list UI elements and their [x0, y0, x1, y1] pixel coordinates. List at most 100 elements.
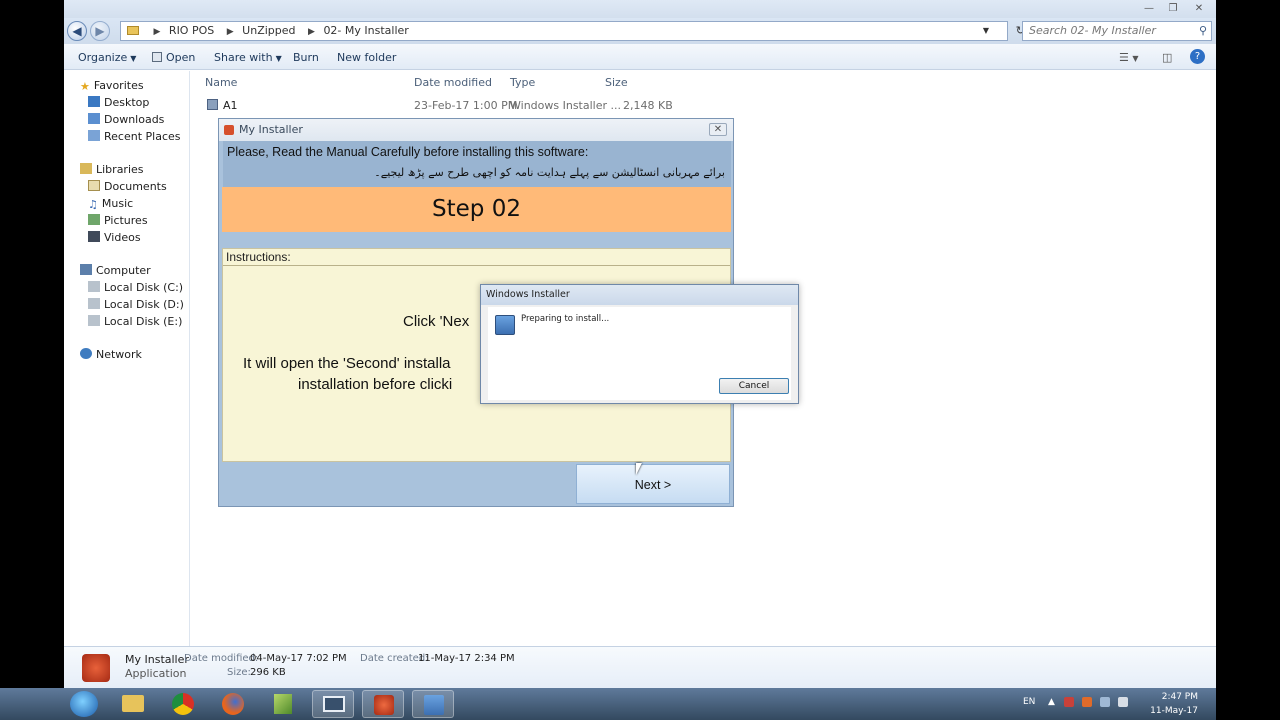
nav-favorites-label: Favorites: [93, 79, 144, 92]
downloads-icon: [88, 113, 100, 124]
close-button[interactable]: ✕: [1188, 2, 1210, 16]
taskbar-my-installer[interactable]: [362, 690, 404, 718]
nav-downloads-label: Downloads: [104, 113, 165, 126]
nav-disk-e[interactable]: Local Disk (E:): [88, 314, 182, 330]
nav-downloads[interactable]: Downloads: [88, 112, 164, 128]
nav-disk-e-label: Local Disk (E:): [104, 315, 183, 328]
folder-icon: [127, 26, 139, 35]
nav-desktop[interactable]: Desktop: [88, 95, 149, 111]
forward-button[interactable]: ▶: [90, 21, 110, 41]
details-pane: My Installer Application Date modified: …: [64, 646, 1216, 688]
monitor-icon: [323, 696, 345, 712]
instruction-line-2: It will open the 'Second' installa: [243, 355, 451, 372]
maximize-button[interactable]: ❐: [1162, 2, 1184, 16]
minimize-button[interactable]: —: [1138, 2, 1160, 16]
app-icon: [224, 125, 234, 135]
nav-music[interactable]: ♫ Music: [88, 196, 133, 212]
nav-network[interactable]: Network: [80, 347, 142, 363]
file-name: A1: [223, 99, 238, 112]
address-dropdown-icon[interactable]: ▼: [983, 22, 989, 40]
breadcrumb-rio-pos[interactable]: RIO POS: [169, 24, 214, 37]
clock-date[interactable]: 11-May-17: [1146, 706, 1198, 716]
preview-pane-icon[interactable]: ◫: [1162, 51, 1172, 64]
music-icon: ♫: [88, 198, 98, 211]
instruction-line-3: installation before clicki: [298, 376, 453, 393]
installer-package-icon: [424, 695, 444, 715]
volume-icon[interactable]: [1118, 697, 1128, 707]
step-banner: Step 02: [222, 187, 731, 232]
search-input[interactable]: Search 02- My Installer ⚲: [1022, 21, 1212, 41]
column-date-modified[interactable]: Date modified: [414, 76, 492, 89]
drive-icon: [88, 298, 100, 309]
breadcrumb-unzipped[interactable]: UnZipped: [242, 24, 295, 37]
nav-disk-c[interactable]: Local Disk (C:): [88, 280, 183, 296]
next-button[interactable]: Next >: [576, 464, 730, 504]
details-date-modified-label: Date modified:: [184, 653, 259, 664]
help-icon[interactable]: ?: [1190, 49, 1205, 64]
nav-libraries[interactable]: Libraries: [80, 162, 144, 178]
clock-time[interactable]: 2:47 PM: [1150, 692, 1198, 702]
file-type: Windows Installer ...: [510, 99, 621, 112]
column-size[interactable]: Size: [605, 76, 628, 89]
nav-videos-label: Videos: [104, 231, 141, 244]
column-name[interactable]: Name: [205, 76, 237, 89]
installer-file-icon: [207, 99, 218, 110]
share-with-button[interactable]: Share with ▼: [214, 51, 282, 64]
details-size: 296 KB: [250, 667, 286, 678]
installer-package-icon: [495, 315, 515, 335]
drive-icon: [88, 315, 100, 326]
star-icon: ★: [80, 80, 90, 93]
start-button[interactable]: [70, 691, 98, 717]
breadcrumb-separator: ▶: [153, 27, 161, 37]
mouse-cursor-icon: [636, 463, 642, 475]
nav-computer[interactable]: Computer: [80, 263, 151, 279]
taskbar-screen-recorder[interactable]: [312, 690, 354, 718]
open-label: Open: [166, 51, 196, 64]
language-indicator[interactable]: EN: [1023, 697, 1035, 707]
open-button[interactable]: Open: [152, 51, 195, 64]
taskbar-windows-installer[interactable]: [412, 690, 454, 718]
libraries-icon: [80, 163, 92, 174]
taskbar-pen-tool[interactable]: [262, 690, 304, 718]
nav-computer-label: Computer: [96, 264, 151, 277]
nav-disk-d[interactable]: Local Disk (D:): [88, 297, 184, 313]
nav-recent-places-label: Recent Places: [104, 130, 181, 143]
cancel-button[interactable]: Cancel: [719, 378, 789, 394]
windows-installer-title: Windows Installer: [481, 285, 798, 305]
back-button[interactable]: ◀: [67, 21, 87, 41]
nav-videos[interactable]: Videos: [88, 230, 141, 246]
view-options-icon[interactable]: ☰ ▼: [1119, 51, 1139, 64]
show-hidden-icons[interactable]: ▲: [1048, 697, 1055, 707]
security-icon[interactable]: [1064, 697, 1074, 707]
instructions-label: Instructions:: [223, 249, 730, 266]
taskbar-firefox[interactable]: [212, 690, 254, 718]
nav-disk-c-label: Local Disk (C:): [104, 281, 184, 294]
details-date-created: 11-May-17 2:34 PM: [418, 653, 515, 664]
nav-favorites[interactable]: ★ Favorites: [80, 78, 144, 94]
videos-icon: [88, 231, 100, 242]
taskbar-chrome[interactable]: [162, 690, 204, 718]
nav-libraries-label: Libraries: [96, 163, 144, 176]
nav-pictures-label: Pictures: [104, 214, 148, 227]
organize-button[interactable]: Organize ▼: [78, 51, 136, 64]
nav-documents[interactable]: Documents: [88, 179, 167, 195]
chevron-down-icon: ▼: [275, 54, 282, 63]
nav-desktop-label: Desktop: [104, 96, 150, 109]
breadcrumb-my-installer[interactable]: 02- My Installer: [323, 24, 408, 37]
column-type[interactable]: Type: [510, 76, 535, 89]
close-button[interactable]: ✕: [709, 123, 727, 136]
details-kind: Application: [125, 667, 187, 680]
address-bar[interactable]: ▶ RIO POS ▶ UnZipped ▶ 02- My Installer …: [120, 21, 1025, 41]
taskbar-explorer[interactable]: [112, 690, 154, 718]
breadcrumb-separator: ▶: [226, 27, 234, 37]
nav-pictures[interactable]: Pictures: [88, 213, 148, 229]
burn-button[interactable]: Burn: [293, 51, 319, 64]
nav-disk-d-label: Local Disk (D:): [104, 298, 184, 311]
computer-icon: [80, 264, 92, 275]
table-row[interactable]: A1 23-Feb-17 1:00 PM Windows Installer .…: [205, 97, 673, 113]
nav-recent-places[interactable]: Recent Places: [88, 129, 181, 145]
app-tray-icon[interactable]: [1082, 697, 1092, 707]
application-icon: [82, 654, 110, 682]
network-icon[interactable]: [1100, 697, 1110, 707]
new-folder-button[interactable]: New folder: [337, 51, 396, 64]
